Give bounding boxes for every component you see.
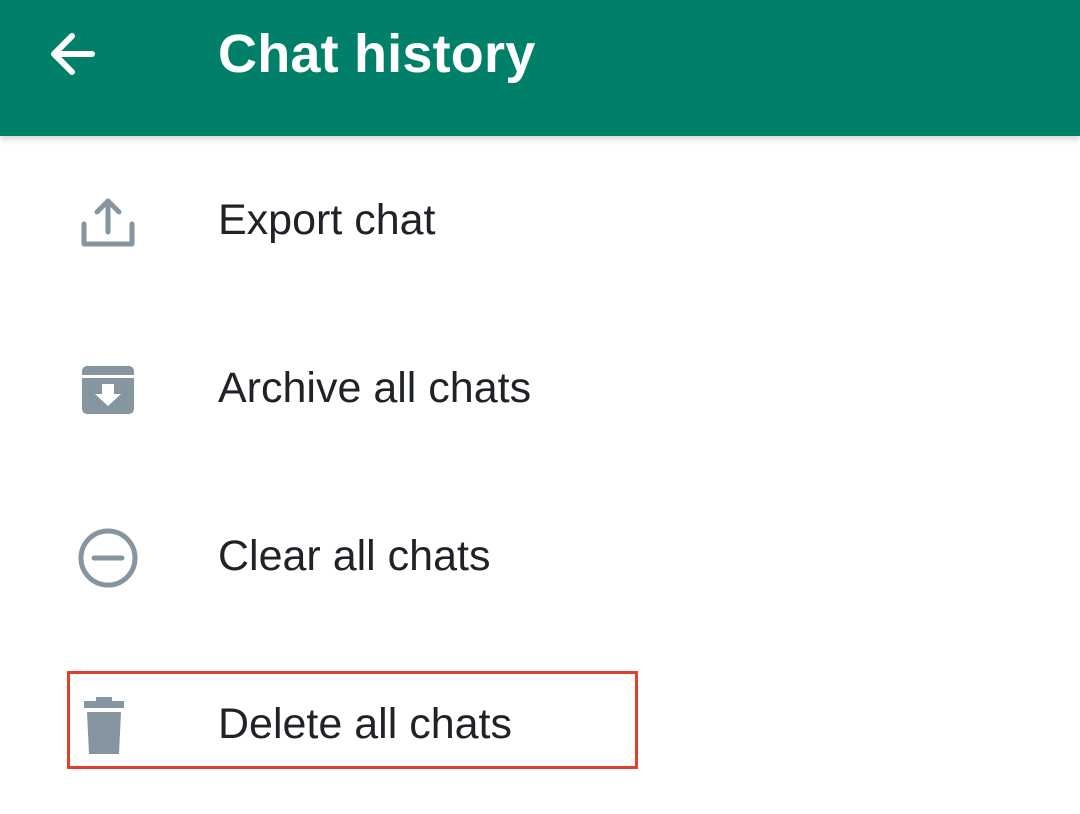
back-button[interactable] (38, 20, 106, 88)
menu-item-label: Delete all chats (218, 700, 512, 748)
trash-icon (72, 694, 136, 758)
menu-item-label: Export chat (218, 196, 436, 244)
page-title: Chat history (218, 24, 536, 84)
menu-item-delete-all-chats[interactable]: Delete all chats (0, 648, 1080, 798)
menu-item-archive-all-chats[interactable]: Archive all chats (0, 312, 1080, 462)
back-arrow-icon (51, 33, 95, 75)
menu-item-label: Archive all chats (218, 364, 532, 412)
menu-item-export-chat[interactable]: Export chat (0, 144, 1080, 294)
app-bar: Chat history (0, 0, 1080, 136)
export-icon (76, 190, 140, 254)
menu-item-clear-all-chats[interactable]: Clear all chats (0, 480, 1080, 630)
menu-item-label: Clear all chats (218, 532, 491, 580)
clear-icon (76, 526, 140, 590)
archive-icon (76, 358, 140, 422)
